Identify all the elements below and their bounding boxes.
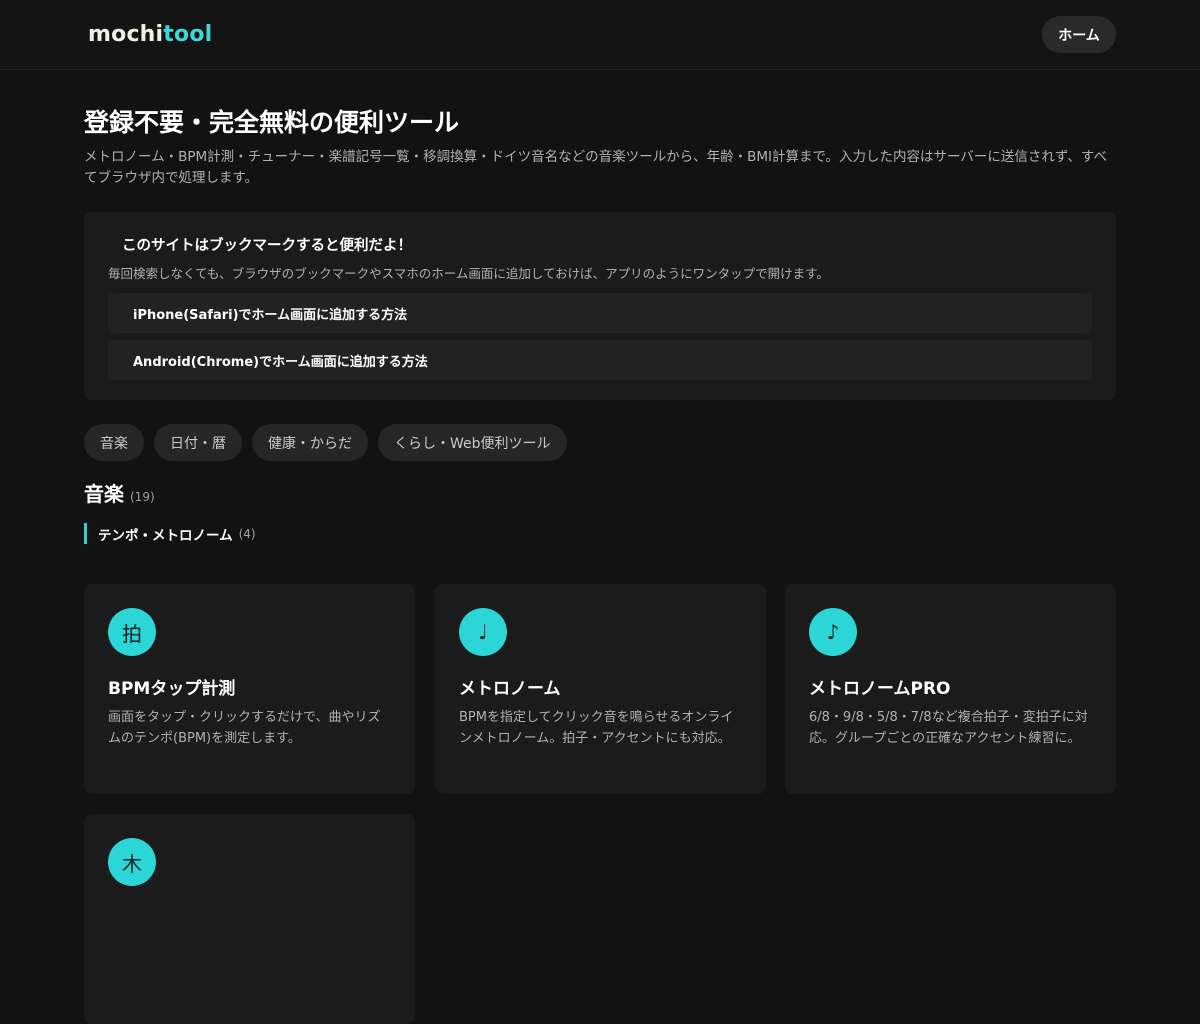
tool-card-description: BPMを指定してクリック音を鳴らせるオンラインメトロノーム。拍子・アクセントにも…	[459, 710, 734, 746]
section-heading-label: 音楽	[84, 482, 124, 506]
bookmark-notice-description: 毎回検索しなくても、ブラウザのブックマークやスマホのホーム画面に追加しておけば、…	[108, 266, 829, 281]
category-chip-date[interactable]: 日付・暦	[154, 424, 242, 461]
tool-card-bpm-tap[interactable]: 拍 BPMタップ計測 画面をタップ・クリックするだけで、曲やリズムのテンポ(BP…	[84, 584, 415, 794]
page-description: メトロノーム・BPM計測・チューナー・楽譜記号一覧・移調換算・ドイツ音名などの音…	[84, 149, 1107, 186]
tool-card-description: 画面をタップ・クリックするだけで、曲やリズムのテンポ(BPM)を測定します。	[108, 710, 381, 746]
eighth-note-icon: ♪	[809, 608, 857, 656]
beat-kanji-icon: 拍	[108, 608, 156, 656]
home-button[interactable]: ホーム	[1042, 16, 1116, 53]
tool-card-description: 6/8・9/8・5/8・7/8など複合拍子・変拍子に対応。グループごとの正確なア…	[809, 710, 1088, 746]
tool-card-metronome[interactable]: ♩ メトロノーム BPMを指定してクリック音を鳴らせるオンラインメトロノーム。拍…	[435, 584, 766, 794]
category-nav: 音楽 日付・暦 健康・からだ くらし・Web便利ツール	[84, 424, 567, 461]
logo-text-mochi: mochi	[88, 22, 164, 47]
android-add-to-home-toggle[interactable]: Android(Chrome)でホーム画面に追加する方法	[108, 340, 1092, 380]
subsection-count: (4)	[238, 526, 256, 541]
logo-text-tool: tool	[163, 22, 213, 47]
category-chip-health[interactable]: 健康・からだ	[252, 424, 368, 461]
tool-card-title: BPMタップ計測	[108, 679, 236, 699]
wood-kanji-icon: 木	[108, 838, 156, 886]
section-count: (19)	[130, 490, 155, 504]
subsection-heading-tempo: テンポ・メトロノーム (4)	[84, 523, 256, 544]
ios-add-to-home-toggle[interactable]: iPhone(Safari)でホーム画面に追加する方法	[108, 293, 1092, 333]
tool-card-fourth[interactable]: 木	[84, 814, 415, 1024]
tool-card-title: メトロノームPRO	[809, 679, 951, 699]
category-chip-music[interactable]: 音楽	[84, 424, 144, 461]
bookmark-notice: このサイトはブックマークすると便利だよ！ 毎回検索しなくても、ブラウザのブックマ…	[84, 212, 1116, 400]
page-title: 登録不要・完全無料の便利ツール	[84, 108, 460, 137]
section-heading-music: 音楽 (19)	[84, 478, 155, 507]
subsection-heading-label: テンポ・メトロノーム	[98, 527, 233, 544]
tool-card-title: メトロノーム	[459, 679, 561, 699]
site-logo[interactable]: mochitool	[88, 22, 212, 47]
bookmark-notice-title: このサイトはブックマークすると便利だよ！	[122, 238, 412, 254]
quarter-note-icon: ♩	[459, 608, 507, 656]
category-chip-life-web[interactable]: くらし・Web便利ツール	[378, 424, 567, 461]
site-header: mochitool ホーム	[0, 0, 1200, 70]
tool-card-metronome-pro[interactable]: ♪ メトロノームPRO 6/8・9/8・5/8・7/8など複合拍子・変拍子に対応…	[785, 584, 1116, 794]
